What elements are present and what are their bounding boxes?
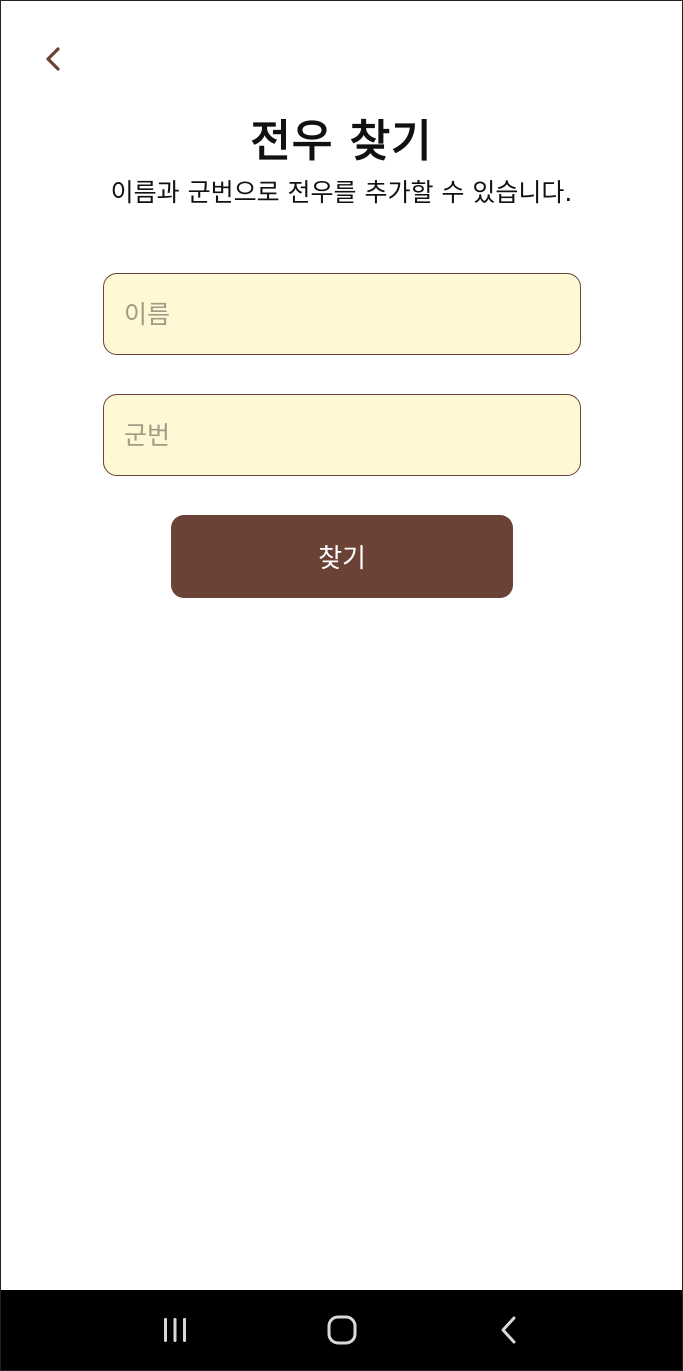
find-button[interactable]: 찾기: [171, 515, 513, 598]
recent-apps-button[interactable]: [145, 1300, 205, 1360]
service-number-input[interactable]: [103, 394, 581, 476]
home-button[interactable]: [312, 1300, 372, 1360]
recent-apps-icon: [163, 1318, 186, 1342]
name-input[interactable]: [103, 273, 581, 355]
friend-search-screen: 전우 찾기 이름과 군번으로 전우를 추가할 수 있습니다. 찾기: [0, 0, 683, 1371]
home-icon: [327, 1315, 356, 1345]
chevron-left-icon: [46, 47, 60, 71]
page-subtitle: 이름과 군번으로 전우를 추가할 수 있습니다.: [110, 178, 573, 207]
system-back-button[interactable]: [479, 1300, 539, 1360]
system-navigation-bar: [1, 1290, 682, 1370]
page-title: 전우 찾기: [250, 116, 433, 167]
back-button[interactable]: [31, 39, 75, 79]
back-icon: [501, 1316, 515, 1344]
